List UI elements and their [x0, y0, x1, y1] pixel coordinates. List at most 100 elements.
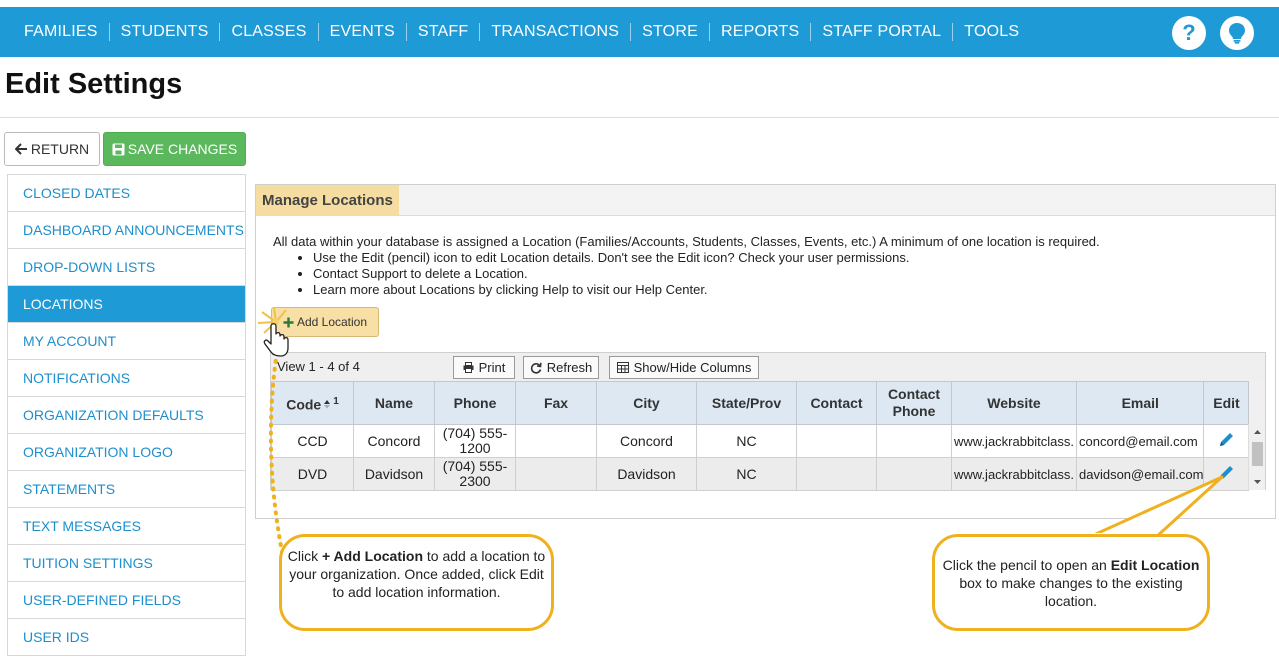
- plus-icon: [283, 317, 294, 327]
- intro-paragraph: All data within your database is assigne…: [273, 234, 1100, 249]
- nav-transactions[interactable]: TRANSACTIONS: [479, 23, 630, 41]
- show-hide-columns-button[interactable]: Show/Hide Columns: [609, 356, 759, 379]
- refresh-label: Refresh: [546, 360, 593, 375]
- sidebar-item-closed-dates[interactable]: CLOSED DATES: [8, 175, 245, 212]
- print-button[interactable]: Print: [453, 356, 515, 379]
- callout-bold-text: Edit Location: [1110, 557, 1200, 573]
- locations-grid: View 1 - 4 of 4 Print Refresh Show/Hide …: [270, 352, 1266, 491]
- cell-name: Davidson: [353, 457, 435, 491]
- grid-scrollbar[interactable]: [1248, 424, 1265, 490]
- return-button[interactable]: RETURN: [4, 132, 100, 166]
- nav-staff[interactable]: STAFF: [405, 23, 479, 41]
- pencil-edit-icon[interactable]: [1218, 464, 1235, 481]
- sidebar-item-dashboard-announcements[interactable]: DASHBOARD ANNOUNCEMENTS: [8, 212, 245, 249]
- table-header-row: Code 1 Name Phone Fax City State/Prov Con…: [271, 381, 1250, 425]
- nav-links: FAMILIES STUDENTS CLASSES EVENTS STAFF T…: [13, 7, 1030, 57]
- column-header-name[interactable]: Name: [353, 381, 435, 425]
- save-changes-button[interactable]: SAVE CHANGES: [103, 132, 246, 166]
- cell-contact: [796, 457, 877, 491]
- column-header-edit: Edit: [1203, 381, 1250, 425]
- cell-edit: [1203, 457, 1250, 491]
- column-header-phone[interactable]: Phone: [434, 381, 516, 425]
- sidebar-item-user-defined-fields[interactable]: USER-DEFINED FIELDS: [8, 582, 245, 619]
- cell-contact-phone: [876, 457, 952, 491]
- cell-city: Davidson: [596, 457, 697, 491]
- pencil-edit-icon[interactable]: [1218, 431, 1235, 448]
- sidebar-item-notifications[interactable]: NOTIFICATIONS: [8, 360, 245, 397]
- intro-bullet: Contact Support to delete a Location.: [313, 266, 1100, 282]
- scroll-thumb[interactable]: [1252, 442, 1263, 466]
- table-row[interactable]: DVD Davidson (704) 555-2300 Davidson NC …: [271, 457, 1250, 491]
- nav-staff-portal[interactable]: STAFF PORTAL: [810, 23, 952, 41]
- column-header-fax[interactable]: Fax: [515, 381, 597, 425]
- scroll-down-arrow-icon[interactable]: [1249, 476, 1266, 488]
- column-header-state[interactable]: State/Prov: [696, 381, 797, 425]
- cell-email[interactable]: davidson@email.com: [1075, 457, 1205, 491]
- top-nav-bar: FAMILIES STUDENTS CLASSES EVENTS STAFF T…: [0, 7, 1279, 57]
- panel-header: Manage Locations: [256, 185, 1275, 216]
- printer-icon: [463, 362, 474, 373]
- table-row[interactable]: CCD Concord (704) 555-1200 Concord NC ww…: [271, 424, 1250, 458]
- floppy-disk-icon: [112, 143, 125, 155]
- column-header-contact-phone[interactable]: Contact Phone: [876, 381, 952, 425]
- column-header-code[interactable]: Code 1: [271, 381, 354, 425]
- callout-text: Click: [287, 548, 323, 564]
- nav-students[interactable]: STUDENTS: [108, 23, 220, 41]
- column-header-email[interactable]: Email: [1075, 381, 1205, 425]
- cell-state: NC: [696, 424, 797, 458]
- add-location-callout: Click + Add Location to add a location t…: [279, 534, 554, 631]
- nav-events[interactable]: EVENTS: [317, 23, 406, 41]
- sidebar-item-my-account[interactable]: MY ACCOUNT: [8, 323, 245, 360]
- title-divider: [0, 117, 1279, 118]
- scroll-up-arrow-icon[interactable]: [1249, 426, 1266, 438]
- cell-code: DVD: [271, 457, 354, 491]
- intro-bullets: Use the Edit (pencil) icon to edit Locat…: [313, 250, 1100, 298]
- cell-website[interactable]: www.jackrabbitclass.: [951, 457, 1077, 491]
- sidebar-item-drop-down-lists[interactable]: DROP-DOWN LISTS: [8, 249, 245, 286]
- callout-text: Click the pencil to open an: [942, 557, 1111, 573]
- cell-website[interactable]: www.jackrabbitclass.: [951, 424, 1077, 458]
- settings-sidebar: CLOSED DATES DASHBOARD ANNOUNCEMENTS DRO…: [7, 174, 246, 656]
- refresh-icon: [530, 362, 542, 374]
- edit-location-callout: Click the pencil to open an Edit Locatio…: [932, 534, 1210, 631]
- column-header-city[interactable]: City: [596, 381, 697, 425]
- sort-order-indicator: 1: [333, 395, 339, 407]
- sidebar-item-locations[interactable]: LOCATIONS: [8, 286, 245, 323]
- sidebar-item-user-ids[interactable]: USER IDS: [8, 619, 245, 656]
- refresh-button[interactable]: Refresh: [523, 356, 599, 379]
- cell-contact-phone: [876, 424, 952, 458]
- nav-families[interactable]: FAMILIES: [13, 23, 109, 41]
- cell-state: NC: [696, 457, 797, 491]
- callout-bold-text: + Add Location: [322, 548, 423, 564]
- show-hide-columns-label: Show/Hide Columns: [633, 360, 752, 375]
- sidebar-item-statements[interactable]: STATEMENTS: [8, 471, 245, 508]
- sidebar-item-organization-defaults[interactable]: ORGANIZATION DEFAULTS: [8, 397, 245, 434]
- cell-phone: (704) 555-2300: [434, 457, 516, 491]
- cell-email[interactable]: concord@email.com: [1075, 424, 1205, 458]
- sidebar-item-text-messages[interactable]: TEXT MESSAGES: [8, 508, 245, 545]
- cell-contact: [796, 424, 877, 458]
- add-location-label: Add Location: [296, 315, 368, 329]
- sidebar-item-tuition-settings[interactable]: TUITION SETTINGS: [8, 545, 245, 582]
- lightbulb-icon[interactable]: [1220, 16, 1254, 50]
- nav-classes[interactable]: CLASSES: [219, 23, 317, 41]
- table-icon: [616, 362, 629, 373]
- nav-store[interactable]: STORE: [630, 23, 709, 41]
- return-label: RETURN: [30, 141, 90, 157]
- help-question-icon[interactable]: ?: [1172, 16, 1206, 50]
- cell-code: CCD: [271, 424, 354, 458]
- nav-reports[interactable]: REPORTS: [708, 23, 810, 41]
- grid-toolbar: View 1 - 4 of 4 Print Refresh Show/Hide …: [271, 353, 1265, 381]
- cell-edit: [1203, 424, 1250, 458]
- intro-bullet: Learn more about Locations by clicking H…: [313, 282, 1100, 298]
- nav-tools[interactable]: TOOLS: [952, 23, 1030, 41]
- sidebar-item-organization-logo[interactable]: ORGANIZATION LOGO: [8, 434, 245, 471]
- add-location-button[interactable]: Add Location: [271, 307, 379, 337]
- column-header-contact[interactable]: Contact: [796, 381, 877, 425]
- callout-text: box to make changes to the existing loca…: [959, 575, 1183, 609]
- view-count: View 1 - 4 of 4: [277, 359, 360, 374]
- column-header-website[interactable]: Website: [951, 381, 1077, 425]
- cell-name: Concord: [353, 424, 435, 458]
- print-label: Print: [478, 360, 506, 375]
- code-header-label: Code: [286, 396, 322, 413]
